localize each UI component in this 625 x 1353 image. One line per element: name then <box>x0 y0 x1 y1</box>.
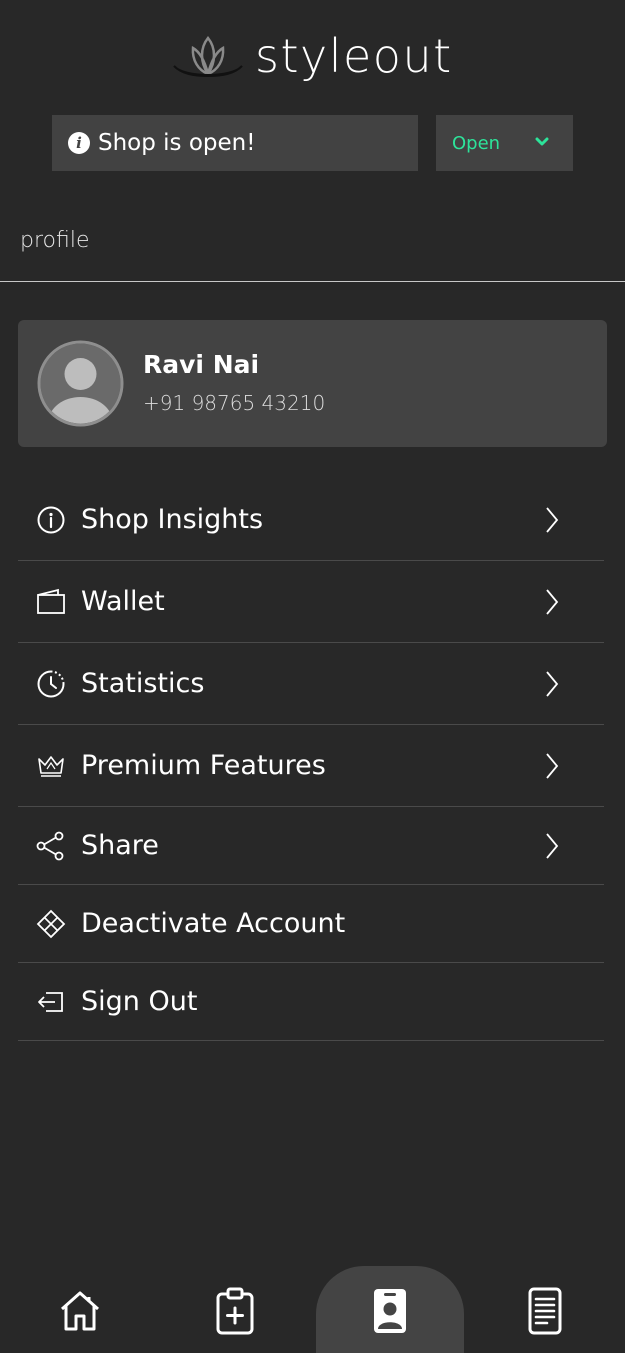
menu-item-label: Sign Out <box>81 986 198 1017</box>
profile-name: Ravi Nai <box>143 350 260 379</box>
menu-item-deactivate-account[interactable]: Deactivate Account <box>18 885 604 963</box>
home-icon <box>61 1291 99 1331</box>
shop-status-message: Shop is open! <box>98 130 256 156</box>
share-icon <box>36 831 64 860</box>
chevron-right-icon <box>546 832 559 859</box>
chevron-right-icon <box>546 588 559 615</box>
menu-item-share[interactable]: Share <box>18 807 604 885</box>
menu-item-statistics[interactable]: Statistics <box>18 643 604 725</box>
profile-card[interactable]: Ravi Nai +91 98765 43210 <box>18 320 607 447</box>
menu-item-label: Shop Insights <box>81 504 264 535</box>
brand-name: styleout <box>255 29 453 83</box>
bottom-nav <box>0 1266 625 1353</box>
page-title: profile <box>20 228 90 253</box>
profile-menu: Shop Insights Wallet Statistics Premium … <box>18 479 604 1041</box>
chevron-right-icon <box>546 752 559 779</box>
menu-item-wallet[interactable]: Wallet <box>18 561 604 643</box>
profile-badge-icon <box>374 1289 406 1333</box>
menu-item-label: Premium Features <box>81 750 326 781</box>
chevron-down-icon <box>535 137 549 146</box>
menu-item-shop-insights[interactable]: Shop Insights <box>18 479 604 561</box>
avatar <box>37 340 124 427</box>
nav-home[interactable] <box>55 1286 105 1336</box>
section-divider <box>0 281 625 282</box>
document-icon <box>528 1287 562 1335</box>
chevron-right-icon <box>546 670 559 697</box>
sign-out-icon <box>38 991 63 1012</box>
nav-profile[interactable] <box>365 1286 415 1336</box>
menu-item-label: Share <box>81 830 159 861</box>
chevron-right-icon <box>546 506 559 533</box>
shop-status-banner: i Shop is open! <box>52 115 418 171</box>
crown-icon <box>38 755 64 777</box>
info-icon <box>37 506 65 533</box>
lotus-logo-icon <box>173 35 243 78</box>
menu-item-sign-out[interactable]: Sign Out <box>18 963 604 1041</box>
nav-add-appointment[interactable] <box>210 1286 260 1336</box>
info-icon: i <box>68 132 90 154</box>
clock-icon <box>37 670 65 697</box>
menu-item-label: Statistics <box>81 668 205 699</box>
shop-status-dropdown[interactable]: Open <box>436 115 573 171</box>
wallet-icon <box>37 588 65 614</box>
diamond-icon <box>36 909 66 938</box>
clipboard-add-icon <box>216 1287 254 1335</box>
app-header: styleout <box>0 0 625 100</box>
shop-status-selected: Open <box>452 132 501 154</box>
menu-item-label: Deactivate Account <box>81 908 346 939</box>
nav-documents[interactable] <box>520 1286 570 1336</box>
menu-item-premium-features[interactable]: Premium Features <box>18 725 604 807</box>
menu-item-label: Wallet <box>81 586 165 617</box>
profile-phone: +91 98765 43210 <box>143 391 326 415</box>
